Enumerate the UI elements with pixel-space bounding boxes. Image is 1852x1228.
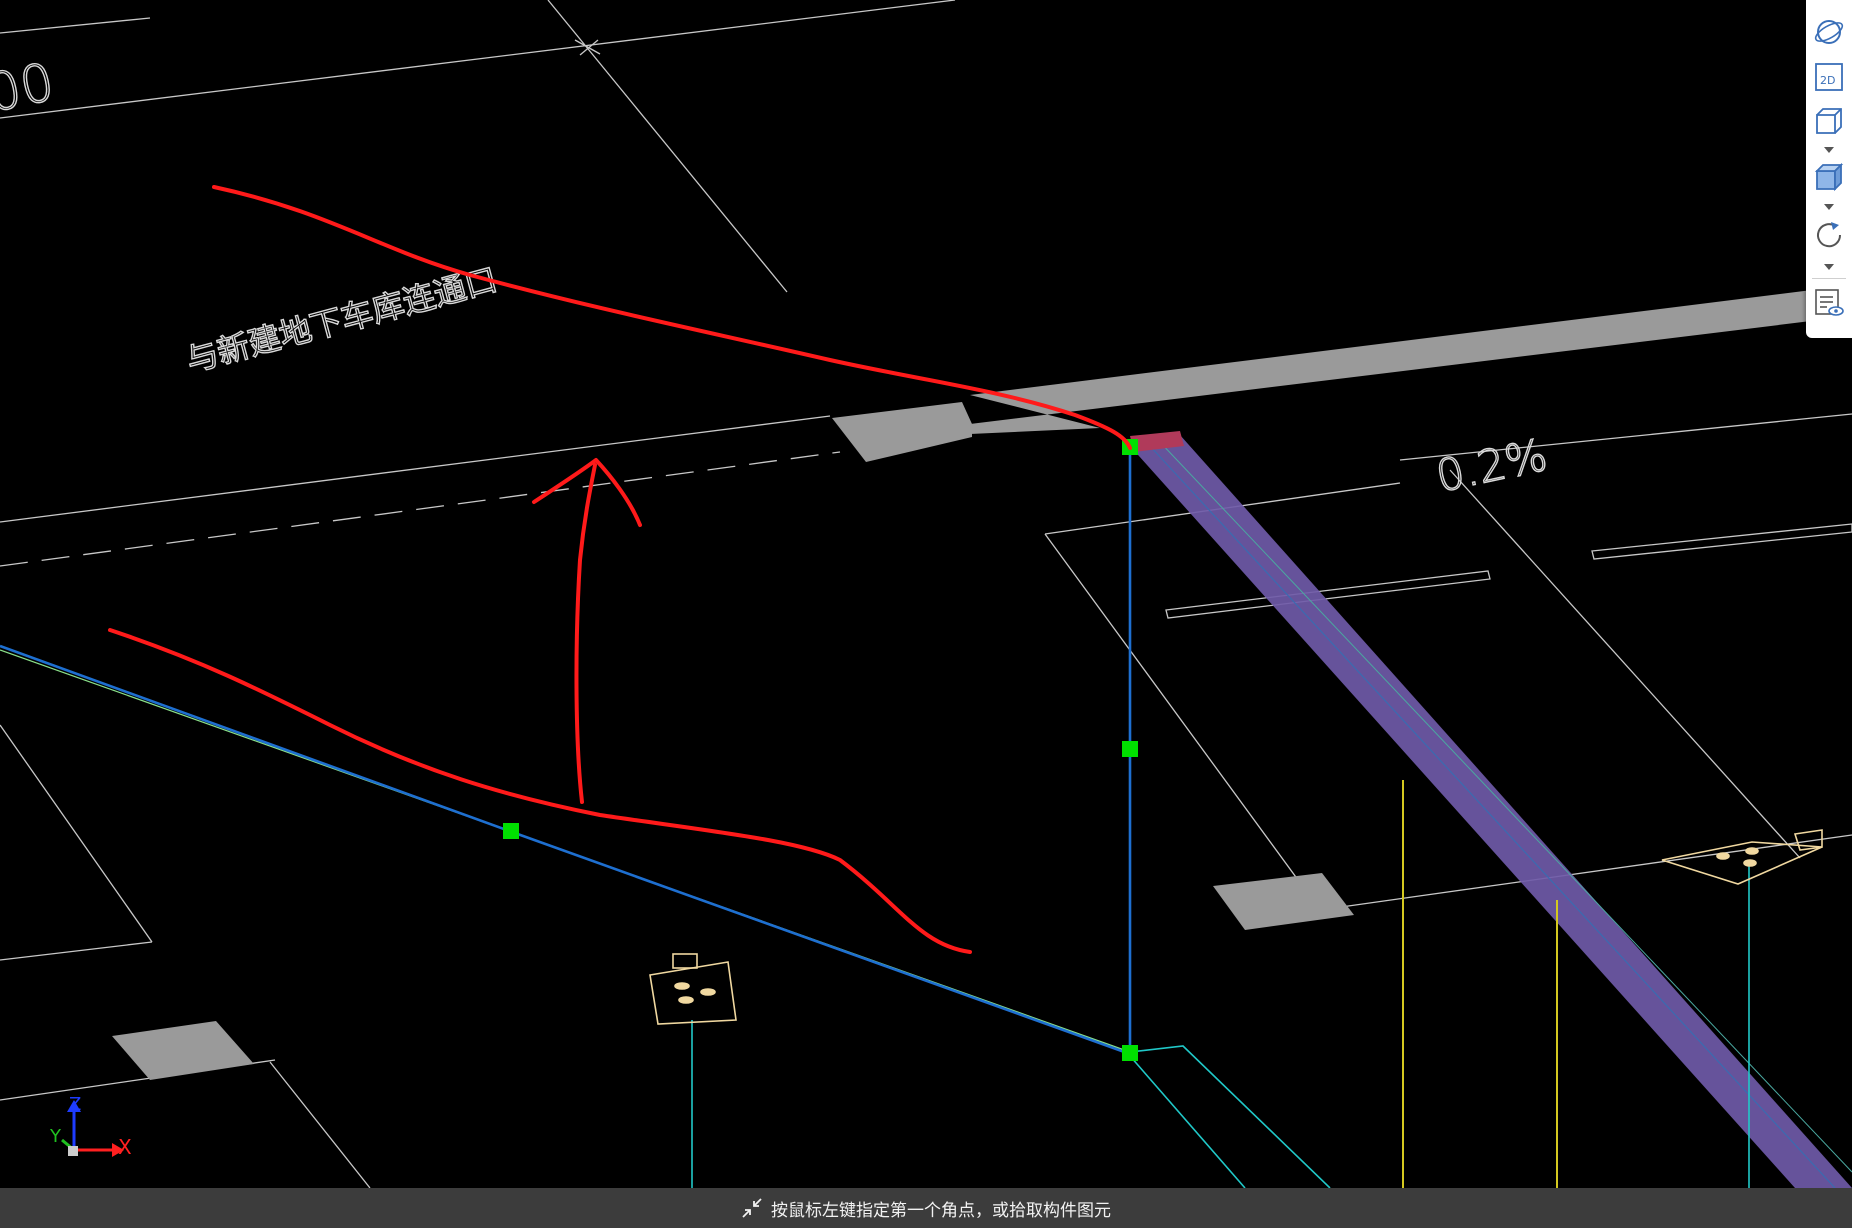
svg-text:与新建地下车库连通口: 与新建地下车库连通口 — [182, 260, 501, 380]
svg-text:00: 00 — [0, 52, 59, 124]
wireframe-cube-icon — [1816, 108, 1842, 134]
command-prompt: 按鼠标左键指定第一个角点，或拾取构件图元 — [771, 1200, 1111, 1221]
axis-indicator: X Y Z — [49, 1094, 132, 1159]
wireframe-view-button[interactable] — [1812, 104, 1846, 138]
chevron-down-icon — [1824, 147, 1834, 153]
shaded-cube-icon — [1814, 162, 1844, 192]
svg-text:Y: Y — [49, 1126, 62, 1147]
cad-drawing[interactable]: 与新建地下车库连通口 0.2% 00 X Y Z — [0, 0, 1852, 1188]
slab-bands — [112, 285, 1852, 1080]
display-settings-button[interactable] — [1812, 286, 1846, 320]
grid-reference-lines — [0, 0, 1852, 1188]
2d-view-icon: 2D — [1815, 63, 1843, 91]
svg-text:0.2%: 0.2% — [1432, 430, 1552, 503]
dimension-label: 00 — [0, 52, 60, 126]
selected-pipe[interactable] — [0, 448, 1132, 1056]
shaded-view-button[interactable] — [1812, 160, 1846, 194]
svg-text:Z: Z — [69, 1094, 81, 1115]
svg-text:X: X — [118, 1135, 132, 1159]
slope-label: 0.2% — [1431, 429, 1552, 504]
rotate-dropdown[interactable] — [1822, 262, 1836, 272]
floor-drain-fixture[interactable] — [649, 953, 737, 1025]
floor-drain-fixture[interactable] — [1661, 829, 1823, 885]
shade-mode-dropdown[interactable] — [1822, 202, 1836, 212]
rotate-button[interactable] — [1812, 218, 1846, 252]
cad-3d-viewport[interactable]: 与新建地下车库连通口 0.2% 00 X Y Z — [0, 0, 1852, 1228]
toolbar-divider — [1812, 278, 1846, 279]
chevron-down-icon — [1824, 204, 1834, 210]
dashed-reference-line — [0, 451, 841, 567]
annotation-label: 与新建地下车库连通口 — [182, 259, 502, 380]
orbit-button[interactable] — [1812, 15, 1846, 49]
beam-element[interactable] — [1130, 431, 1852, 1188]
status-bar: 按鼠标左键指定第一个角点，或拾取构件图元 — [0, 1188, 1852, 1228]
layer-visibility-icon — [1815, 289, 1844, 316]
view-mode-dropdown[interactable] — [1822, 145, 1836, 155]
collapse-arrows-icon — [742, 1198, 762, 1218]
view-toolbar: 2D — [1806, 0, 1852, 338]
2d-view-button[interactable]: 2D — [1812, 60, 1846, 94]
chevron-down-icon — [1824, 264, 1834, 270]
rotate-icon — [1817, 222, 1842, 248]
svg-text:2D: 2D — [1820, 74, 1835, 87]
grip-points[interactable] — [503, 439, 1138, 1061]
red-markup — [108, 185, 1132, 954]
orbit-icon — [1814, 20, 1844, 44]
